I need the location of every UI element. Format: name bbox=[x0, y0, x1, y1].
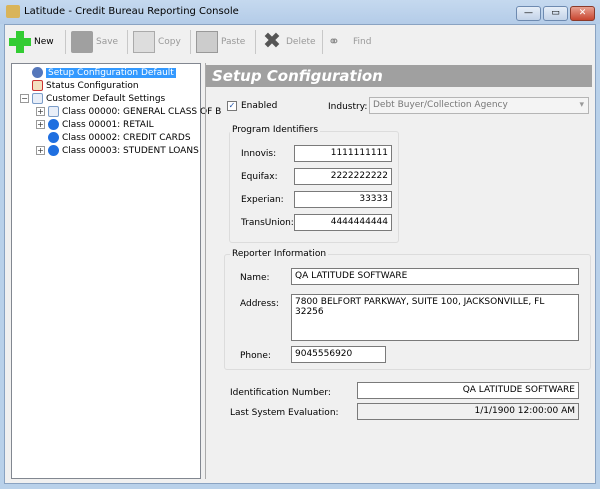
tree-item-label: Status Configuration bbox=[46, 80, 139, 91]
save-label: Save bbox=[96, 37, 119, 47]
client-area: New Save Copy Paste ✖ Delete ⚭ Find Setup … bbox=[4, 24, 596, 484]
tree-item-label: Class 00001: RETAIL bbox=[62, 119, 154, 130]
program-identifiers-title: Program Identifiers bbox=[230, 125, 321, 135]
tree-item-label: Customer Default Settings bbox=[46, 93, 166, 104]
equifax-label: Equifax: bbox=[241, 172, 278, 182]
navigation-tree[interactable]: Setup Configuration Default Status Confi… bbox=[11, 63, 221, 479]
collapse-icon[interactable]: − bbox=[20, 94, 29, 103]
paste-label: Paste bbox=[221, 37, 246, 47]
window-title: Latitude - Credit Bureau Reporting Conso… bbox=[24, 6, 239, 17]
tree-item-customer-default-settings[interactable]: − Customer Default Settings bbox=[20, 92, 165, 105]
industry-label: Industry: bbox=[328, 102, 368, 112]
toolbar-separator bbox=[322, 30, 323, 54]
tree-item-class-00001[interactable]: + Class 00001: RETAIL bbox=[36, 118, 154, 131]
document-icon bbox=[32, 93, 43, 104]
details-panel: Setup Configuration ✓ Enabled Industry: D… bbox=[205, 63, 592, 479]
page-title: Setup Configuration bbox=[206, 65, 592, 87]
last-system-evaluation-label: Last System Evaluation: bbox=[230, 408, 339, 418]
copy-button[interactable]: Copy bbox=[133, 29, 181, 55]
experian-label: Experian: bbox=[241, 195, 284, 205]
x-icon: ✖ bbox=[262, 29, 282, 54]
binoculars-icon: ⚭ bbox=[328, 34, 340, 50]
delete-label: Delete bbox=[286, 37, 316, 47]
copy-icon bbox=[133, 31, 155, 53]
find-label: Find bbox=[353, 37, 372, 47]
copy-label: Copy bbox=[158, 37, 181, 47]
address-field[interactable]: 7800 BELFORT PARKWAY, SUITE 100, JACKSON… bbox=[291, 294, 579, 341]
innovis-field[interactable]: 1111111111 bbox=[294, 145, 392, 162]
last-system-evaluation-field: 1/1/1900 12:00:00 AM bbox=[357, 403, 579, 420]
address-label: Address: bbox=[240, 299, 279, 309]
close-button[interactable]: ✕ bbox=[570, 6, 595, 21]
expand-icon[interactable]: + bbox=[36, 146, 45, 155]
tree-item-setup-configuration[interactable]: Setup Configuration Default bbox=[32, 66, 176, 79]
title-bar: Latitude - Credit Bureau Reporting Conso… bbox=[0, 0, 600, 24]
toolbar-separator bbox=[127, 30, 128, 54]
toolbar-separator bbox=[65, 30, 66, 54]
document-icon bbox=[48, 106, 59, 117]
refresh-icon bbox=[48, 145, 59, 156]
experian-field[interactable]: 33333 bbox=[294, 191, 392, 208]
tree-item-label: Setup Configuration Default bbox=[46, 67, 176, 78]
expand-icon[interactable]: + bbox=[36, 120, 45, 129]
industry-select[interactable]: Debt Buyer/Collection Agency ▾ bbox=[369, 97, 589, 114]
tree-item-label: Class 00003: STUDENT LOANS bbox=[62, 145, 199, 156]
checkbox-icon: ✓ bbox=[227, 101, 237, 111]
expand-icon[interactable]: + bbox=[36, 107, 45, 116]
delete-button[interactable]: ✖ Delete bbox=[261, 29, 316, 55]
identification-number-label: Identification Number: bbox=[230, 388, 331, 398]
tree-item-status-configuration[interactable]: Status Configuration bbox=[32, 79, 139, 92]
new-button[interactable]: New bbox=[9, 29, 54, 55]
clipboard-icon bbox=[196, 31, 218, 53]
plus-icon bbox=[9, 31, 31, 53]
gear-icon bbox=[32, 67, 43, 78]
toolbar-separator bbox=[190, 30, 191, 54]
enabled-checkbox[interactable]: ✓ Enabled bbox=[227, 101, 277, 111]
tree-item-class-00002[interactable]: Class 00002: CREDIT CARDS bbox=[48, 131, 191, 144]
name-field[interactable]: QA LATITUDE SOFTWARE bbox=[291, 268, 579, 285]
name-label: Name: bbox=[240, 273, 270, 283]
tree-item-class-00000[interactable]: + Class 00000: GENERAL CLASS OF B bbox=[36, 105, 221, 118]
transunion-field[interactable]: 4444444444 bbox=[294, 214, 392, 231]
tree-item-class-00003[interactable]: + Class 00003: STUDENT LOANS bbox=[36, 144, 199, 157]
maximize-button[interactable]: ▭ bbox=[543, 6, 568, 21]
checklist-icon bbox=[32, 80, 43, 91]
find-button[interactable]: ⚭ Find bbox=[328, 29, 371, 55]
paste-button[interactable]: Paste bbox=[196, 29, 245, 55]
tree-item-label: Class 00002: CREDIT CARDS bbox=[62, 132, 191, 143]
refresh-icon bbox=[48, 132, 59, 143]
save-button[interactable]: Save bbox=[71, 29, 118, 55]
transunion-label: TransUnion: bbox=[241, 218, 294, 228]
industry-value: Debt Buyer/Collection Agency bbox=[373, 100, 508, 110]
innovis-label: Innovis: bbox=[241, 149, 277, 159]
toolbar: New Save Copy Paste ✖ Delete ⚭ Find bbox=[5, 25, 595, 59]
app-icon bbox=[6, 5, 20, 18]
new-label: New bbox=[34, 37, 54, 47]
refresh-icon bbox=[48, 119, 59, 130]
minimize-button[interactable]: — bbox=[516, 6, 541, 21]
floppy-icon bbox=[71, 31, 93, 53]
phone-field[interactable]: 9045556920 bbox=[291, 346, 386, 363]
reporter-information-title: Reporter Information bbox=[230, 249, 329, 259]
identification-number-field[interactable]: QA LATITUDE SOFTWARE bbox=[357, 382, 579, 399]
tree-item-label: Class 00000: GENERAL CLASS OF B bbox=[62, 106, 222, 117]
chevron-down-icon: ▾ bbox=[579, 100, 584, 110]
equifax-field[interactable]: 2222222222 bbox=[294, 168, 392, 185]
enabled-label: Enabled bbox=[241, 101, 278, 111]
phone-label: Phone: bbox=[240, 351, 271, 361]
toolbar-separator bbox=[255, 30, 256, 54]
